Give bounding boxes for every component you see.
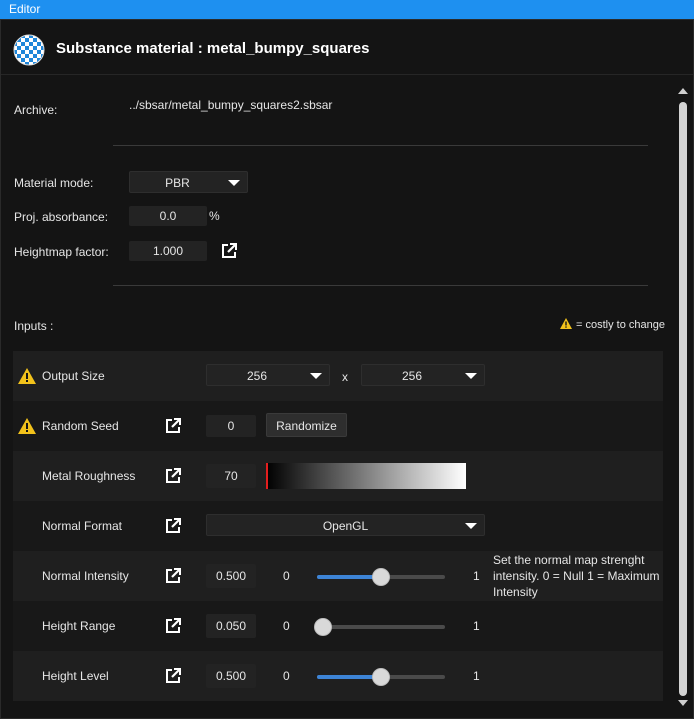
randomize-button[interactable]: Randomize [266,413,347,437]
page-title: Substance material : metal_bumpy_squares [56,40,370,57]
normal-intensity-row: Normal Intensity 0.500 0 1 Set the norma… [13,551,663,601]
height-level-row: Height Level 0.500 0 1 [13,651,663,701]
normal-intensity-max: 1 [473,569,480,583]
output-size-height-select[interactable]: 256 [361,364,485,386]
normal-format-value: OpenGL [322,519,369,533]
output-size-separator: x [342,370,348,384]
height-level-max: 1 [473,669,480,683]
proj-absorbance-input[interactable]: 0.0 [129,206,207,226]
external-link-icon[interactable] [165,618,181,634]
metal-roughness-marker[interactable] [266,463,268,489]
output-size-label: Output Size [42,369,105,383]
header: Substance material : metal_bumpy_squares [1,20,693,75]
chevron-down-icon [228,180,240,186]
divider [113,145,648,146]
normal-format-row: Normal Format OpenGL [13,501,663,551]
random-seed-row: Random Seed 0 Randomize [13,401,663,451]
warning-icon [560,318,572,329]
checker-sphere-icon [13,34,45,66]
height-level-slider[interactable] [317,668,445,686]
archive-label: Archive: [14,103,58,117]
external-link-icon[interactable] [221,243,237,259]
divider [113,285,648,286]
output-size-width-value: 256 [246,369,268,383]
material-mode-label: Material mode: [14,176,94,190]
external-link-icon[interactable] [165,468,181,484]
material-mode-value: PBR [165,176,190,190]
window-titlebar: Editor [0,0,694,19]
material-mode-select[interactable]: PBR [129,171,248,193]
costly-legend: = costly to change [576,319,665,331]
height-range-slider[interactable] [314,618,445,636]
external-link-icon[interactable] [165,518,181,534]
normal-intensity-label: Normal Intensity [42,569,129,583]
normal-intensity-slider[interactable] [317,568,445,586]
proj-absorbance-unit: % [209,209,220,223]
height-level-label: Height Level [42,669,109,683]
proj-absorbance-label: Proj. absorbance: [14,210,109,224]
metal-roughness-label: Metal Roughness [42,469,136,483]
metal-roughness-gradient[interactable] [266,463,466,489]
normal-intensity-input[interactable]: 0.500 [206,564,256,588]
heightmap-factor-input[interactable]: 1.000 [129,241,207,261]
scrollbar-thumb[interactable] [679,102,687,696]
random-seed-input[interactable]: 0 [206,415,256,437]
vertical-scrollbar[interactable] [673,76,693,718]
output-size-row: Output Size 256 x 256 [13,351,663,401]
external-link-icon[interactable] [165,568,181,584]
editor-window: Substance material : metal_bumpy_squares… [0,19,694,719]
height-range-row: Height Range 0.050 0 1 [13,601,663,651]
chevron-down-icon [465,523,477,529]
slider-handle[interactable] [372,668,390,686]
height-level-input[interactable]: 0.500 [206,664,256,688]
slider-handle[interactable] [314,618,333,636]
scroll-down-arrow-icon[interactable] [678,700,688,706]
warning-icon [18,368,36,384]
metal-roughness-row: Metal Roughness 70 [13,451,663,501]
chevron-down-icon [465,373,477,379]
chevron-down-icon [310,373,322,379]
inputs-label: Inputs : [14,319,54,333]
height-range-max: 1 [473,619,480,633]
normal-format-label: Normal Format [42,519,123,533]
height-range-input[interactable]: 0.050 [206,614,256,638]
output-size-width-select[interactable]: 256 [206,364,330,386]
material-panel: Archive: ../sbsar/metal_bumpy_squares2.s… [1,76,673,718]
external-link-icon[interactable] [165,668,181,684]
output-size-height-value: 256 [401,369,423,383]
height-level-min: 0 [283,669,290,683]
height-range-label: Height Range [42,619,116,633]
heightmap-factor-label: Heightmap factor: [14,245,109,259]
scroll-up-arrow-icon[interactable] [678,88,688,94]
slider-handle[interactable] [372,568,390,586]
random-seed-label: Random Seed [42,419,119,433]
warning-icon [18,418,36,434]
height-range-min: 0 [283,619,290,633]
archive-path: ../sbsar/metal_bumpy_squares2.sbsar [129,98,333,112]
normal-intensity-min: 0 [283,569,290,583]
normal-intensity-description: Set the normal map strenght intensity. 0… [493,553,660,599]
normal-format-select[interactable]: OpenGL [206,514,485,536]
metal-roughness-input[interactable]: 70 [206,464,256,488]
external-link-icon[interactable] [165,418,181,434]
